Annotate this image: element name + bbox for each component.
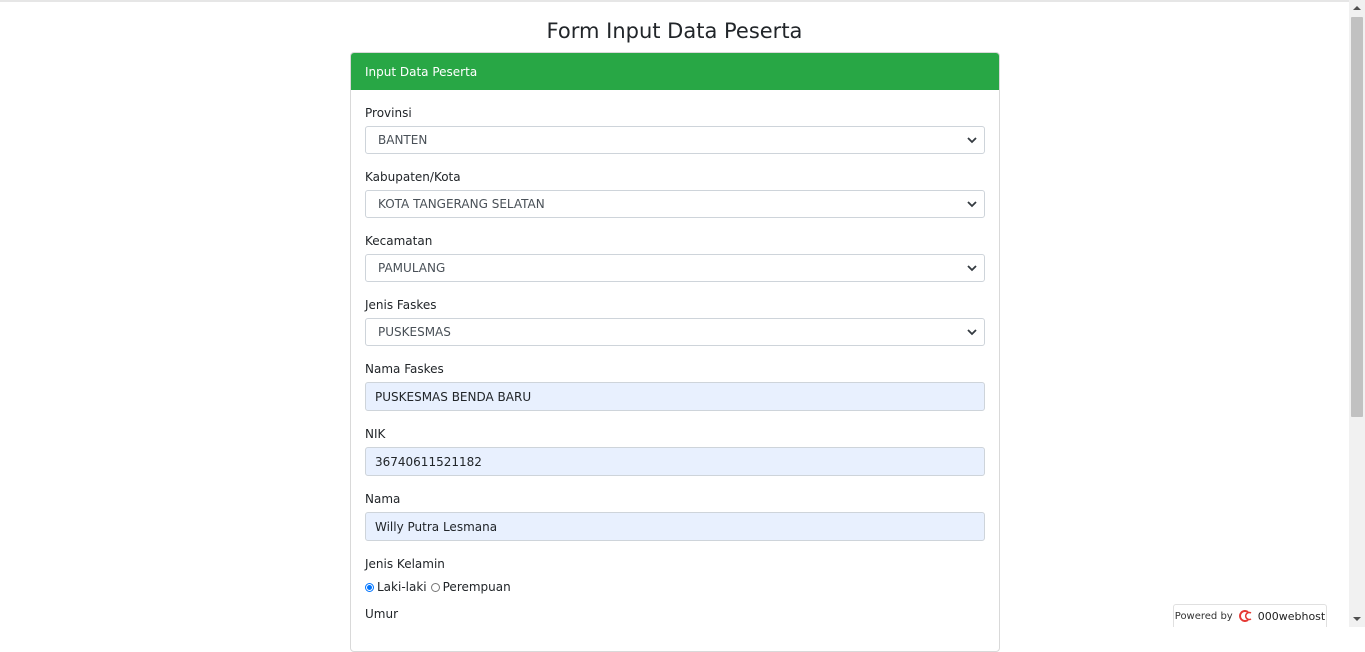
provinsi-selected-value: BANTEN [378,133,428,147]
page-scrollbar[interactable] [1349,0,1365,627]
powered-by-text: Powered by [1174,610,1233,622]
radio-laki-laki[interactable] [365,582,374,592]
kabupaten-label: Kabupaten/Kota [365,170,461,184]
radio-perempuan-label[interactable]: Perempuan [443,580,511,594]
webhost-logo-icon [1238,610,1252,622]
powered-by-badge[interactable]: Powered by 000webhost [1173,604,1327,627]
nama-faskes-group: Nama Faskes PUSKESMAS BENDA BARU [365,360,985,411]
kecamatan-group: Kecamatan PAMULANG [365,232,985,282]
nama-label: Nama [365,492,401,506]
nik-group: NIK 36740611521182 [365,425,985,476]
page-title: Form Input Data Peserta [546,19,803,43]
nama-faskes-input[interactable]: PUSKESMAS BENDA BARU [365,382,985,411]
umur-label: Umur [365,607,399,621]
nama-input[interactable]: Willy Putra Lesmana [365,512,985,541]
top-border [0,0,1349,2]
kabupaten-select[interactable]: KOTA TANGERANG SELATAN [365,190,985,218]
kecamatan-selected-value: PAMULANG [378,261,446,275]
jenis-kelamin-label: Jenis Kelamin [365,557,445,571]
provinsi-label: Provinsi [365,106,412,120]
jenis-faskes-select[interactable]: PUSKESMAS [365,318,985,346]
card-header: Input Data Peserta [351,53,999,90]
card-header-title: Input Data Peserta [365,64,478,79]
radio-laki-laki-label[interactable]: Laki-laki [377,580,427,594]
radio-perempuan[interactable] [430,582,440,592]
nik-input[interactable]: 36740611521182 [365,447,985,476]
jenis-kelamin-radio-group: Laki-laki Perempuan [365,577,985,597]
kecamatan-label: Kecamatan [365,234,433,248]
chevron-down-icon [967,137,977,144]
scrollbar-thumb[interactable] [1351,17,1363,417]
powered-by-brand: 000webhost [1257,609,1326,623]
chevron-down-icon [967,329,977,336]
jenis-kelamin-group: Jenis Kelamin Laki-laki Perempuan [365,555,985,597]
provinsi-select[interactable]: BANTEN [365,126,985,154]
umur-group: Umur [365,605,985,627]
scroll-down-arrow-icon[interactable] [1349,611,1365,627]
form-body: Provinsi BANTEN Kabupaten/Kota KOTA TANG… [351,90,999,627]
kabupaten-group: Kabupaten/Kota KOTA TANGERANG SELATAN [365,168,985,218]
provinsi-group: Provinsi BANTEN [365,104,985,154]
nama-faskes-label: Nama Faskes [365,362,444,376]
nik-label: NIK [365,427,386,441]
jenis-faskes-group: Jenis Faskes PUSKESMAS [365,296,985,346]
jenis-faskes-selected-value: PUSKESMAS [378,325,451,339]
chevron-down-icon [967,265,977,272]
nama-group: Nama Willy Putra Lesmana [365,490,985,541]
chevron-down-icon [967,201,977,208]
kecamatan-select[interactable]: PAMULANG [365,254,985,282]
jenis-faskes-label: Jenis Faskes [365,298,437,312]
form-card: Input Data Peserta Provinsi BANTEN Kabup… [350,52,1000,652]
scroll-up-arrow-icon[interactable] [1349,0,1365,16]
kabupaten-selected-value: KOTA TANGERANG SELATAN [378,197,545,211]
